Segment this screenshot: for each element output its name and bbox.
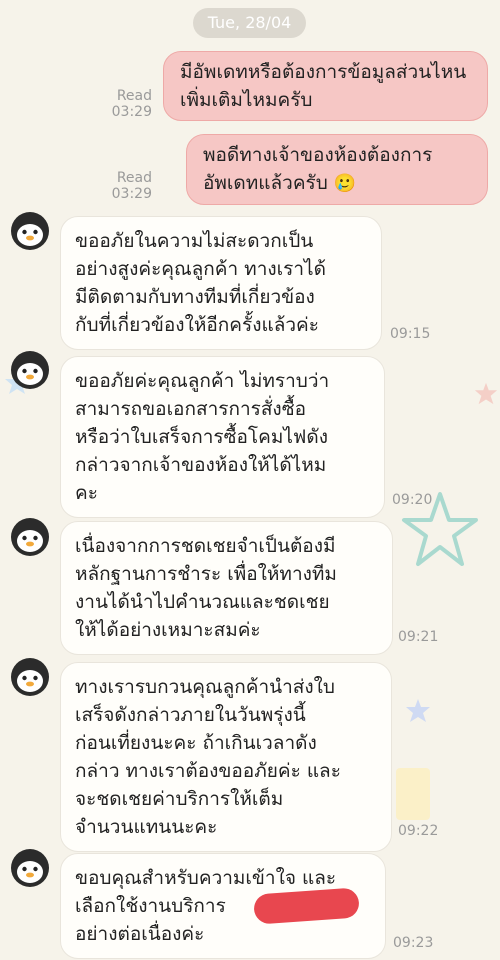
penguin-icon[interactable] (10, 657, 50, 697)
message-text: พอดีทางเจ้าของห้องต้องการอัพเดทแล้วครับ (203, 144, 433, 194)
message-time: 09:15 (390, 326, 431, 342)
outgoing-message[interactable]: มีอัพเดทหรือต้องการข้อมูลส่วนไหนเพิ่มเติ… (163, 51, 488, 121)
incoming-message[interactable]: ขออภัยในความไม่สะดวกเป็น อย่างสูงค่ะคุณล… (60, 216, 382, 350)
message-time: 03:29 (111, 104, 152, 120)
message-meta: Read 03:29 (100, 88, 152, 120)
message-time: 03:29 (111, 186, 152, 202)
penguin-icon[interactable] (10, 517, 50, 557)
incoming-message[interactable]: ทางเรารบกวนคุณลูกค้านำส่งใบ เสร็จดังกล่า… (60, 662, 392, 852)
message-time: 09:20 (392, 492, 433, 508)
message-time: 09:23 (393, 935, 434, 951)
message-time: 09:21 (398, 629, 439, 645)
incoming-message[interactable]: ขออภัยค่ะคุณลูกค้า ไม่ทราบว่า สามารถขอเอ… (60, 356, 385, 518)
tearful-smile-emoji: 🥲 (333, 173, 357, 194)
penguin-icon[interactable] (10, 848, 50, 888)
penguin-icon[interactable] (10, 350, 50, 390)
incoming-message[interactable]: เนื่องจากการชดเชยจำเป็นต้องมี หลักฐานการ… (60, 521, 393, 655)
penguin-icon[interactable] (10, 211, 50, 251)
message-meta: Read 03:29 (100, 170, 152, 202)
small-star-decoration-icon (474, 382, 498, 405)
message-text: มีอัพเดทหรือต้องการข้อมูลส่วนไหนเพิ่มเติ… (180, 61, 467, 111)
read-status: Read (116, 170, 152, 186)
outgoing-message[interactable]: พอดีทางเจ้าของห้องต้องการอัพเดทแล้วครับ … (186, 134, 488, 205)
date-divider: Tue, 28/04 (193, 8, 306, 38)
small-star-decoration-icon (406, 699, 430, 722)
sticker-decoration (396, 768, 430, 820)
read-status: Read (116, 88, 152, 104)
message-time: 09:22 (398, 823, 439, 839)
